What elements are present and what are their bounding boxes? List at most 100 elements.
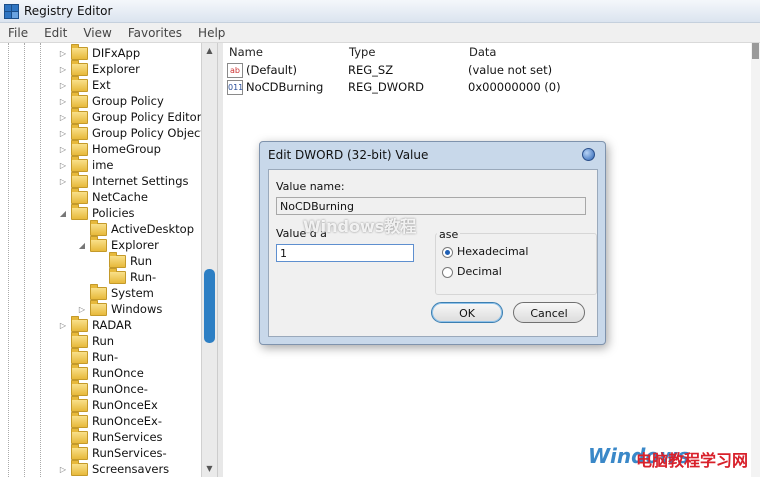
tree-item[interactable]: ▷ Windows bbox=[77, 299, 162, 317]
hexadecimal-label[interactable]: Hexadecimal bbox=[457, 245, 528, 258]
tree-item-label: System bbox=[111, 286, 154, 300]
column-header-type[interactable]: Type bbox=[349, 45, 375, 59]
folder-icon bbox=[71, 139, 88, 156]
tree-item[interactable]: Run bbox=[96, 251, 153, 269]
watermark-center: Windows教程 bbox=[303, 217, 417, 236]
tree-item[interactable]: RunOnce bbox=[58, 363, 144, 381]
value-row-nocdburning[interactable]: 011 NoCDBurning REG_DWORD 0x00000000 (0) bbox=[227, 79, 561, 95]
ok-button[interactable]: OK bbox=[431, 302, 503, 323]
value-type: REG_SZ bbox=[348, 63, 394, 77]
folder-icon bbox=[71, 91, 88, 108]
title-bar: Registry Editor bbox=[0, 0, 760, 23]
tree-item[interactable]: ActiveDesktop bbox=[77, 219, 194, 237]
tree-item[interactable]: ▷ Ext bbox=[58, 75, 111, 93]
watermark-corner-cn: 电脑教程学习网 bbox=[636, 451, 749, 470]
value-data: 0x00000000 (0) bbox=[468, 80, 561, 94]
tree-item[interactable]: Run- bbox=[58, 347, 119, 365]
folder-icon bbox=[71, 43, 88, 60]
value-row-default[interactable]: ab (Default) REG_SZ (value not set) bbox=[227, 62, 552, 78]
tree-item-label: RADAR bbox=[92, 318, 132, 332]
tree-item-label: Run bbox=[130, 254, 153, 268]
tree-item[interactable]: ▷ DIFxApp bbox=[58, 43, 141, 61]
scrollbar-thumb[interactable] bbox=[204, 269, 215, 343]
expand-arrow-icon[interactable]: ▷ bbox=[58, 145, 68, 154]
folder-icon bbox=[71, 363, 88, 380]
menu-edit[interactable]: Edit bbox=[36, 26, 75, 40]
scroll-down-arrow-icon[interactable]: ▼ bbox=[202, 461, 217, 477]
tree-item-label: Run- bbox=[92, 350, 119, 364]
expand-arrow-icon[interactable]: ▷ bbox=[58, 49, 68, 58]
decimal-radio[interactable] bbox=[442, 267, 453, 278]
menu-help[interactable]: Help bbox=[190, 26, 233, 40]
tree-item[interactable]: RunOnceEx bbox=[58, 395, 158, 413]
tree-guide-line bbox=[40, 43, 41, 477]
column-header-name[interactable]: Name bbox=[229, 45, 263, 59]
tree-item[interactable]: Run- bbox=[96, 267, 156, 285]
menu-favorites[interactable]: Favorites bbox=[120, 26, 190, 40]
tree-item[interactable]: ◢ Policies bbox=[58, 203, 135, 221]
tree-item[interactable]: ▷ RADAR bbox=[58, 315, 132, 333]
tree-item[interactable]: RunOnce- bbox=[58, 379, 148, 397]
folder-icon bbox=[71, 315, 88, 332]
scroll-up-arrow-icon[interactable]: ▲ bbox=[202, 43, 217, 59]
tree-item[interactable]: ▷ Internet Settings bbox=[58, 171, 189, 189]
tree-item-label: RunOnceEx bbox=[92, 398, 158, 412]
menu-file[interactable]: File bbox=[0, 26, 36, 40]
tree-item[interactable]: ▷ Screensavers bbox=[58, 459, 170, 477]
decimal-label[interactable]: Decimal bbox=[457, 265, 502, 278]
tree-item-label: DIFxApp bbox=[92, 46, 141, 60]
tree-item[interactable]: ▷ Group Policy Objects bbox=[58, 123, 201, 141]
tree-item[interactable]: ▷ Group Policy Editor bbox=[58, 107, 201, 125]
collapse-arrow-icon[interactable]: ◢ bbox=[58, 209, 68, 218]
tree-item[interactable]: NetCache bbox=[58, 187, 148, 205]
expand-arrow-icon[interactable]: ▷ bbox=[58, 321, 68, 330]
collapse-arrow-icon[interactable]: ◢ bbox=[77, 241, 87, 250]
menu-view[interactable]: View bbox=[75, 26, 119, 40]
tree-vertical-scrollbar[interactable]: ▲ ▼ bbox=[201, 43, 217, 477]
tree-item[interactable]: Run bbox=[58, 331, 115, 349]
expand-arrow-icon[interactable]: ▷ bbox=[58, 65, 68, 74]
folder-icon bbox=[71, 123, 88, 140]
expand-arrow-icon[interactable]: ▷ bbox=[58, 177, 68, 186]
list-vertical-scrollbar[interactable] bbox=[751, 43, 760, 477]
folder-icon bbox=[90, 235, 107, 252]
expand-arrow-icon[interactable]: ▷ bbox=[77, 305, 87, 314]
cancel-button[interactable]: Cancel bbox=[513, 302, 585, 323]
expand-arrow-icon[interactable]: ▷ bbox=[58, 81, 68, 90]
expand-arrow-icon[interactable]: ▷ bbox=[58, 97, 68, 106]
scrollbar-thumb[interactable] bbox=[752, 43, 759, 59]
tree-item[interactable]: RunServices bbox=[58, 427, 163, 445]
tree-item-label: Internet Settings bbox=[92, 174, 189, 188]
close-icon[interactable] bbox=[582, 148, 595, 161]
tree-item-label: Explorer bbox=[111, 238, 159, 252]
tree-item-label: Ext bbox=[92, 78, 111, 92]
expand-arrow-icon[interactable]: ▷ bbox=[58, 161, 68, 170]
tree-item[interactable]: System bbox=[77, 283, 154, 301]
expand-arrow-icon[interactable]: ▷ bbox=[58, 113, 68, 122]
value-type: REG_DWORD bbox=[348, 80, 425, 94]
value-name: NoCDBurning bbox=[246, 80, 324, 94]
tree-item-label: Policies bbox=[92, 206, 135, 220]
tree-item[interactable]: ▷ HomeGroup bbox=[58, 139, 161, 157]
tree-item[interactable]: ◢ Explorer bbox=[77, 235, 159, 253]
folder-icon bbox=[71, 347, 88, 364]
tree-item[interactable]: ▷ Explorer bbox=[58, 59, 140, 77]
hexadecimal-radio[interactable] bbox=[442, 247, 453, 258]
tree-item-label: Screensavers bbox=[92, 462, 170, 476]
column-header-data[interactable]: Data bbox=[469, 45, 496, 59]
tree-item-label: Group Policy bbox=[92, 94, 164, 108]
edit-dword-dialog: Edit DWORD (32-bit) Value Value name: No… bbox=[259, 141, 606, 345]
tree-item[interactable]: ▷ Group Policy bbox=[58, 91, 164, 109]
expand-arrow-icon[interactable]: ▷ bbox=[58, 465, 68, 474]
tree-item-label: RunServices bbox=[92, 430, 163, 444]
value-data: (value not set) bbox=[468, 63, 553, 77]
expand-arrow-icon[interactable]: ▷ bbox=[58, 129, 68, 138]
registry-key-tree[interactable]: ▷ DIFxApp ▷ Explorer ▷ Ext ▷ Group Policy ▷ Group… bbox=[0, 43, 201, 477]
tree-item-label: Run bbox=[92, 334, 115, 348]
dialog-body: Value name: NoCDBurning Value d a 1 ase … bbox=[268, 169, 598, 337]
tree-item[interactable]: RunServices- bbox=[58, 443, 167, 461]
tree-item-label: RunServices- bbox=[92, 446, 167, 460]
tree-item[interactable]: RunOnceEx- bbox=[58, 411, 162, 429]
value-data-input[interactable]: 1 bbox=[276, 244, 414, 262]
tree-item[interactable]: ▷ ime bbox=[58, 155, 113, 173]
